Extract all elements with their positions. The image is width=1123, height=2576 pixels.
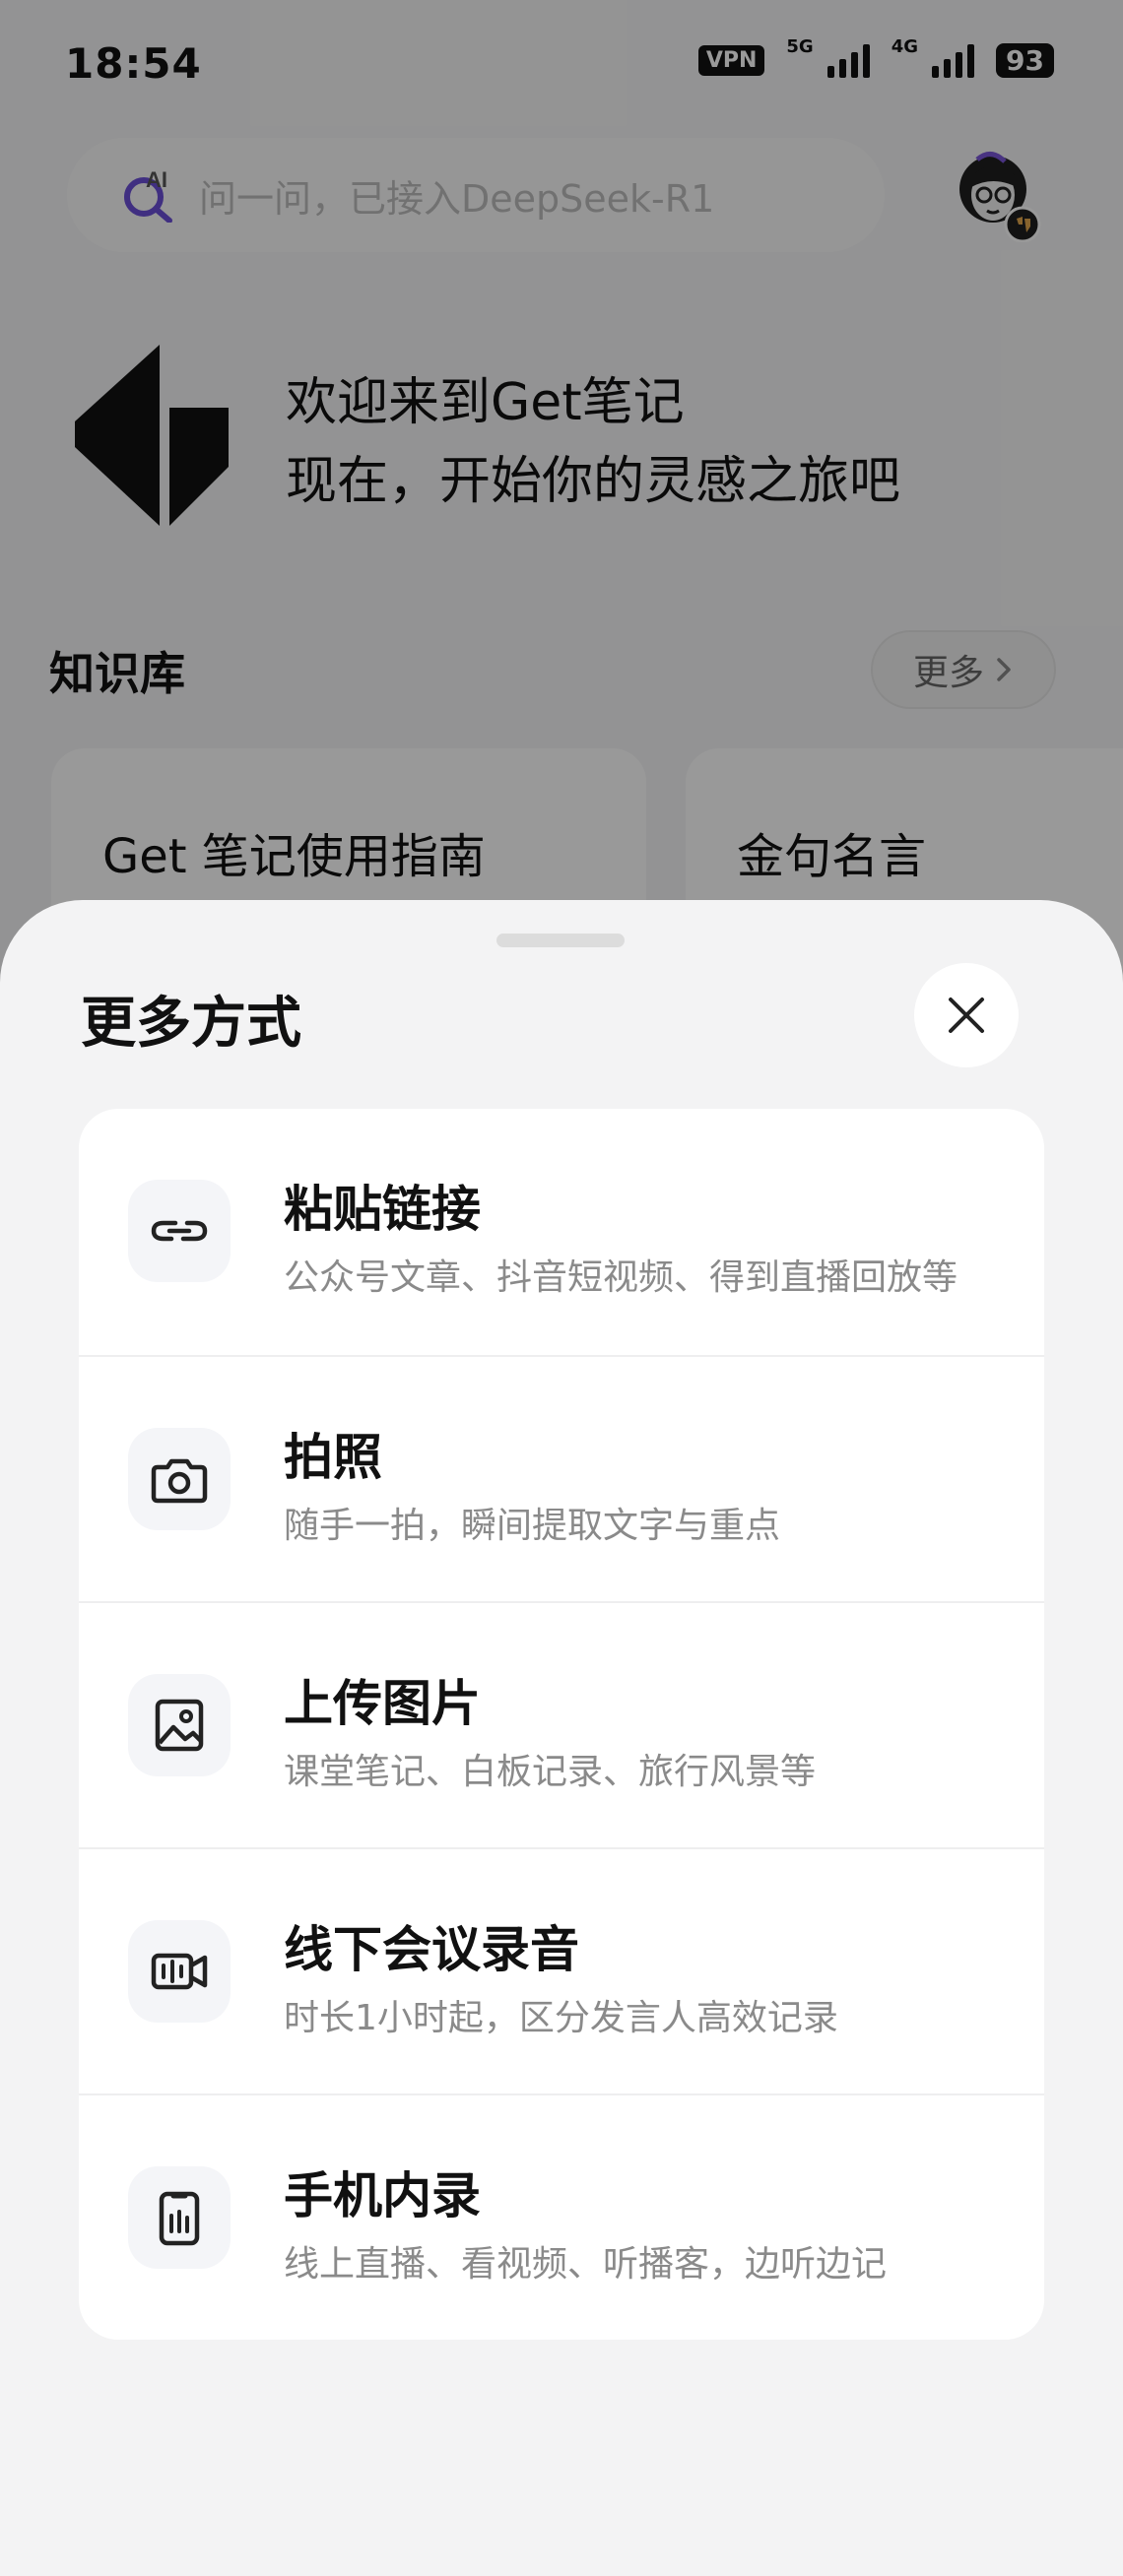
option-paste-link[interactable]: 粘贴链接 公众号文章、抖音短视频、得到直播回放等	[79, 1109, 1044, 1355]
option-meeting-recording[interactable]: 线下会议录音 时长1小时起，区分发言人高效记录	[79, 1847, 1044, 2093]
option-description: 线上直播、看视频、听播客，边听边记	[284, 2244, 888, 2285]
option-description: 时长1小时起，区分发言人高效记录	[284, 1998, 838, 2038]
option-description: 公众号文章、抖音短视频、得到直播回放等	[284, 1257, 958, 1298]
video-record-icon	[128, 1920, 231, 2023]
sheet-drag-handle[interactable]	[496, 934, 625, 947]
option-title: 手机内录	[284, 2167, 481, 2224]
option-take-photo[interactable]: 拍照 随手一拍，瞬间提取文字与重点	[79, 1355, 1044, 1601]
option-phone-recording[interactable]: 手机内录 线上直播、看视频、听播客，边听边记	[79, 2093, 1044, 2340]
sheet-title: 更多方式	[81, 992, 301, 1056]
phone-record-icon	[128, 2166, 231, 2269]
close-button[interactable]	[914, 963, 1019, 1067]
option-upload-image[interactable]: 上传图片 课堂笔记、白板记录、旅行风景等	[79, 1601, 1044, 1847]
option-title: 上传图片	[284, 1675, 481, 1732]
option-description: 课堂笔记、白板记录、旅行风景等	[284, 1752, 817, 1792]
option-description: 随手一拍，瞬间提取文字与重点	[284, 1506, 781, 1546]
link-icon	[128, 1180, 231, 1282]
app-root: 18:54 VPN 5G 4G 93 AI 问一问，已接入DeepSeek-R1	[0, 0, 1123, 2576]
option-title: 线下会议录音	[284, 1921, 579, 1978]
image-icon	[128, 1674, 231, 1776]
camera-icon	[128, 1428, 231, 1530]
close-icon	[949, 998, 984, 1033]
more-options-sheet: 更多方式 粘贴链接 公众号文章、抖音短视频、得到直播回放等 拍照 随手一拍，瞬间…	[0, 900, 1123, 2576]
options-list: 粘贴链接 公众号文章、抖音短视频、得到直播回放等 拍照 随手一拍，瞬间提取文字与…	[79, 1109, 1044, 2340]
option-title: 粘贴链接	[284, 1181, 481, 1238]
option-title: 拍照	[284, 1429, 382, 1486]
